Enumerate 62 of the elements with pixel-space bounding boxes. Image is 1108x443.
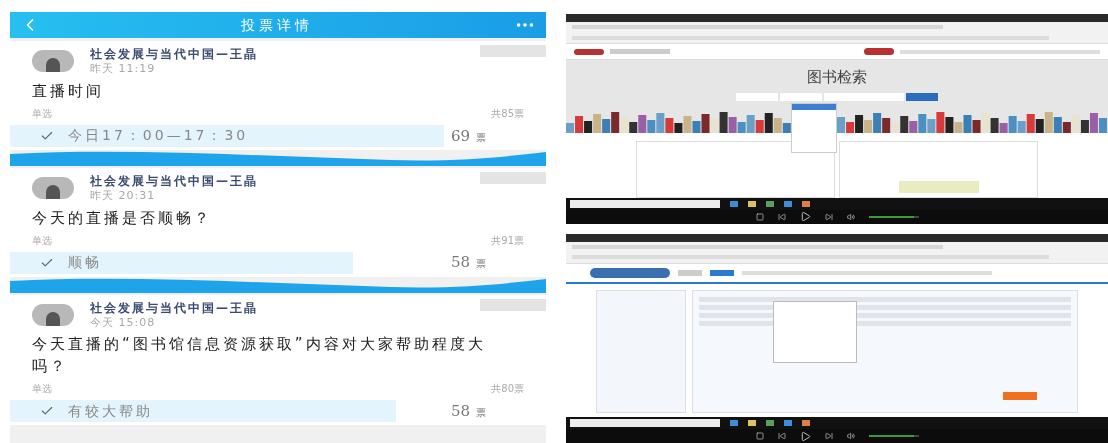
stop-icon[interactable] xyxy=(755,212,764,221)
vote-unit: 票 xyxy=(476,257,486,272)
vote-type: 单选 xyxy=(32,106,52,121)
avatar xyxy=(32,177,74,200)
question-text: 今天直播的“图书馆信息资源获取”内容对大家帮助程度大吗？ xyxy=(32,334,487,378)
header-title: 投票详情 xyxy=(241,15,313,35)
status-tag xyxy=(480,298,546,311)
vote-unit: 票 xyxy=(476,130,486,145)
select-field[interactable] xyxy=(780,92,822,101)
play-icon[interactable] xyxy=(799,211,811,222)
post-time: 昨天 11:19 xyxy=(90,62,157,76)
vote-unit: 票 xyxy=(476,406,486,420)
vote-total: 共85票 xyxy=(491,106,524,121)
vote-type: 单选 xyxy=(32,382,52,397)
author-name: 社会发展与当代中国—王晶 xyxy=(90,300,258,316)
site-name-bar xyxy=(610,49,670,54)
option-label: 今日17：00—17：30 xyxy=(68,126,249,146)
app-icon[interactable] xyxy=(748,200,756,207)
taskbar-search-field[interactable] xyxy=(570,199,720,208)
status-tag xyxy=(480,45,546,57)
logo-icon xyxy=(574,48,604,55)
search-button[interactable] xyxy=(906,92,938,101)
status-tag xyxy=(480,171,546,184)
stop-icon[interactable] xyxy=(755,432,764,440)
next-icon[interactable] xyxy=(824,212,833,221)
post-time: 昨天 20:31 xyxy=(90,188,157,203)
question-text: 今天的直播是否顺畅？ xyxy=(32,207,213,229)
option-label: 顺畅 xyxy=(68,253,102,272)
previous-icon[interactable] xyxy=(777,212,786,221)
volume-icon[interactable] xyxy=(846,212,855,221)
avatar xyxy=(32,50,74,73)
nav-tab[interactable] xyxy=(710,269,734,276)
vote-option[interactable]: 有较大帮助 58 票 xyxy=(10,400,546,423)
nav-button[interactable] xyxy=(864,48,894,55)
vote-type: 单选 xyxy=(32,233,52,248)
previous-icon[interactable] xyxy=(777,432,786,440)
play-icon[interactable] xyxy=(799,430,811,442)
vote-count: 58 xyxy=(450,401,470,422)
app-icon[interactable] xyxy=(730,200,738,207)
vote-count: 69 xyxy=(450,125,470,147)
vote-option[interactable]: 顺畅 58 票 xyxy=(10,251,546,274)
app-icon[interactable] xyxy=(802,200,810,207)
vote-count: 58 xyxy=(450,252,470,274)
vote-total: 共80票 xyxy=(491,382,524,397)
select-field[interactable] xyxy=(736,92,778,101)
app-icon[interactable] xyxy=(766,200,774,207)
logo-icon xyxy=(590,267,670,278)
author-name: 社会发展与当代中国—王晶 xyxy=(90,47,258,62)
app-icon[interactable] xyxy=(784,200,792,207)
next-icon[interactable] xyxy=(824,432,833,440)
volume-icon[interactable] xyxy=(846,432,855,440)
option-label: 有较大帮助 xyxy=(68,401,153,421)
page-heading: 图书检索 xyxy=(807,67,867,88)
author-name: 社会发展与当代中国—王晶 xyxy=(90,173,258,189)
taskbar-search-field[interactable] xyxy=(570,419,720,427)
form-row[interactable] xyxy=(699,296,1071,302)
avatar xyxy=(32,303,74,326)
vote-total: 共91票 xyxy=(491,233,524,248)
post-time: 今天 15:08 xyxy=(90,315,157,330)
vote-option[interactable]: 今日17：00—17：30 69 票 xyxy=(10,124,546,147)
search-field[interactable] xyxy=(824,92,904,101)
question-text: 直播时间 xyxy=(32,80,105,102)
